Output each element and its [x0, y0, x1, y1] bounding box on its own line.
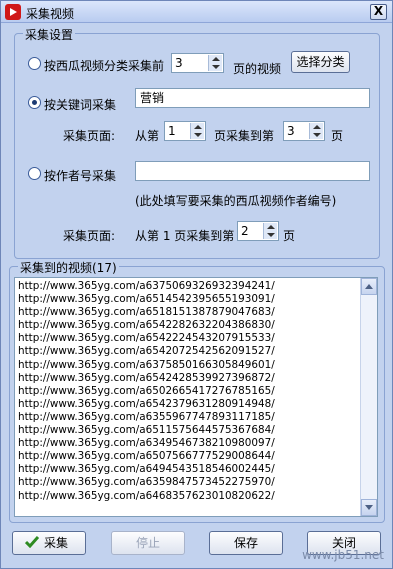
author-from-text: 从第 1 页采集到第 [135, 229, 235, 243]
author-radio[interactable] [28, 167, 41, 180]
list-item[interactable]: http://www.365yg.com/a654207254256209152… [18, 345, 358, 358]
keyword-input[interactable]: 营销 [135, 88, 370, 108]
list-item[interactable]: http://www.365yg.com/a646835762301082062… [18, 490, 358, 503]
spinner-arrows[interactable] [309, 123, 323, 139]
app-play-icon [5, 4, 21, 20]
scroll-up-icon[interactable] [361, 278, 377, 295]
spin-up-icon[interactable] [267, 225, 275, 229]
collect-button-label: 采集 [43, 536, 68, 550]
author-page-suffix: 页 [283, 229, 296, 243]
list-item[interactable]: http://www.365yg.com/a634954673821098009… [18, 437, 358, 450]
category-pages-value: 3 [175, 56, 183, 70]
list-item[interactable]: http://www.365yg.com/a635984757345227597… [18, 476, 358, 489]
save-button[interactable]: 保存 [209, 531, 283, 555]
list-item[interactable]: http://www.365yg.com/a650266541727678516… [18, 385, 358, 398]
keyword-to-spinner[interactable]: 3 [283, 121, 325, 141]
author-id-input[interactable] [135, 161, 370, 181]
keyword-from-value: 1 [168, 124, 176, 138]
spin-up-icon[interactable] [194, 125, 202, 129]
list-item[interactable]: http://www.365yg.com/a651454239565519309… [18, 293, 358, 306]
keyword-to-label: 页采集到第 [214, 129, 275, 143]
list-item[interactable]: http://www.365yg.com/a651815138787904768… [18, 306, 358, 319]
window-title: 采集视频 [26, 7, 75, 21]
url-list-items: http://www.365yg.com/a637506932693239424… [18, 280, 358, 503]
category-option-label[interactable]: 按西瓜视频分类采集前 [44, 57, 164, 74]
category-suffix: 页的视频 [233, 62, 282, 76]
category-pages-spinner[interactable]: 3 [171, 53, 224, 73]
list-item[interactable]: http://www.365yg.com/a654242853992739687… [18, 372, 358, 385]
checkmark-icon [25, 536, 39, 548]
settings-legend: 采集设置 [23, 26, 76, 43]
keyword-from-label: 从第 [135, 129, 160, 143]
results-legend: 采集到的视频(17) [18, 259, 119, 276]
keyword-page-suffix: 页 [331, 129, 344, 143]
author-to-value: 2 [241, 224, 249, 238]
list-item[interactable]: http://www.365yg.com/a651157564457536768… [18, 424, 358, 437]
spinner-arrows[interactable] [190, 123, 204, 139]
list-item[interactable]: http://www.365yg.com/a654228263220438683… [18, 319, 358, 332]
watermark: www.jb51.net [302, 548, 384, 562]
title-bar[interactable]: 采集视频 X [1, 1, 392, 23]
close-window-button[interactable]: X [370, 4, 387, 20]
collect-video-dialog: 采集视频 X 采集设置 按西瓜视频分类采集前 3 页的视频 选择分类 按关键词采… [0, 0, 393, 569]
vertical-scrollbar[interactable] [360, 278, 377, 516]
author-to-spinner[interactable]: 2 [237, 221, 279, 241]
video-url-list[interactable]: http://www.365yg.com/a637506932693239424… [14, 277, 378, 517]
keyword-pages-label: 采集页面: [63, 129, 116, 143]
spin-down-icon[interactable] [212, 65, 220, 69]
list-item[interactable]: http://www.365yg.com/a635596774789311718… [18, 411, 358, 424]
list-item[interactable]: http://www.365yg.com/a649454351854600244… [18, 463, 358, 476]
spin-down-icon[interactable] [313, 133, 321, 137]
spinner-arrows[interactable] [208, 55, 222, 71]
author-pages-label: 采集页面: [63, 229, 116, 243]
collect-button[interactable]: 采集 [12, 531, 86, 555]
category-radio[interactable] [28, 57, 41, 70]
scroll-down-icon[interactable] [361, 499, 377, 516]
spin-up-icon[interactable] [313, 125, 321, 129]
list-item[interactable]: http://www.365yg.com/a637506932693239424… [18, 280, 358, 293]
author-option-label[interactable]: 按作者号采集 [44, 167, 116, 184]
keyword-from-spinner[interactable]: 1 [164, 121, 206, 141]
select-category-button[interactable]: 选择分类 [291, 51, 350, 73]
author-hint: (此处填写要采集的西瓜视频作者编号) [135, 194, 337, 208]
list-item[interactable]: http://www.365yg.com/a637585016630584960… [18, 359, 358, 372]
keyword-to-value: 3 [287, 124, 295, 138]
list-item[interactable]: http://www.365yg.com/a654237963128091494… [18, 398, 358, 411]
spin-up-icon[interactable] [212, 57, 220, 61]
keyword-option-label[interactable]: 按关键词采集 [44, 96, 116, 113]
list-item[interactable]: http://www.365yg.com/a650756677752900864… [18, 450, 358, 463]
spinner-arrows[interactable] [263, 223, 277, 239]
spin-down-icon[interactable] [194, 133, 202, 137]
stop-button[interactable]: 停止 [111, 531, 185, 555]
keyword-radio[interactable] [28, 96, 41, 109]
spin-down-icon[interactable] [267, 233, 275, 237]
list-item[interactable]: http://www.365yg.com/a654222454320791553… [18, 332, 358, 345]
